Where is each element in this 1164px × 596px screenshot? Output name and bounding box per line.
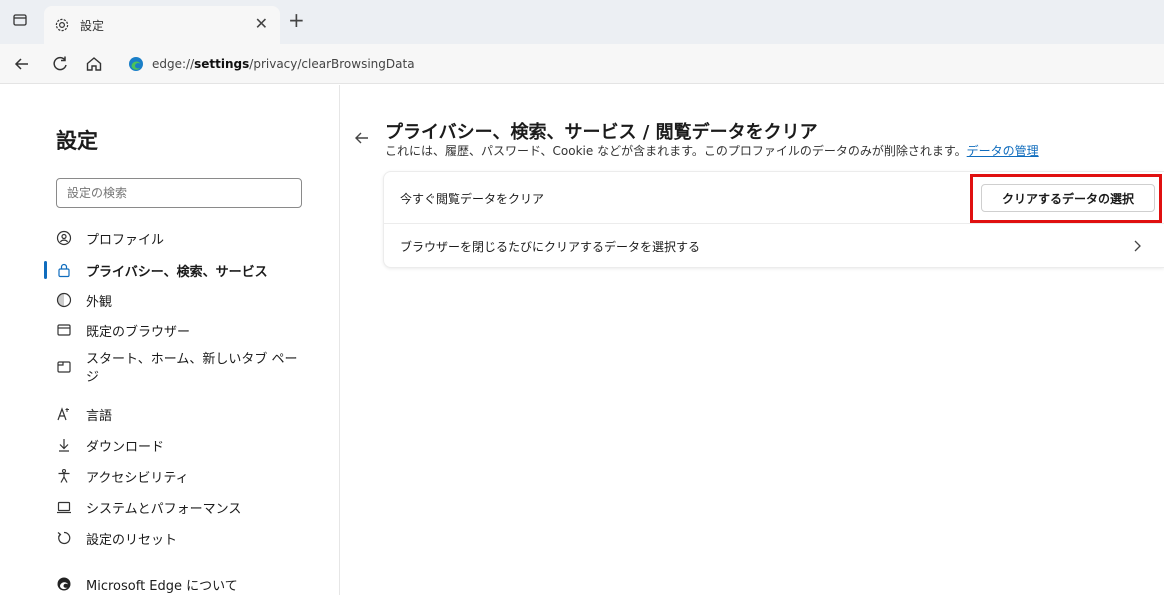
browser-icon xyxy=(57,324,71,336)
accessibility-icon xyxy=(58,468,70,483)
language-icon xyxy=(57,407,69,421)
sidebar-item-label: 既定のブラウザー xyxy=(86,325,191,340)
search-input[interactable] xyxy=(56,178,302,208)
chevron-right-icon xyxy=(1134,240,1141,252)
active-indicator xyxy=(44,261,47,279)
sidebar-item-label: Microsoft Edge について xyxy=(86,579,238,594)
home-icon[interactable] xyxy=(84,54,104,74)
sidebar-item-label: ダウンロード xyxy=(86,440,165,455)
tab-title: 設定 xyxy=(80,19,105,33)
tab-settings[interactable]: 設定 ✕ xyxy=(44,6,280,44)
choose-data-button[interactable]: クリアするデータの選択 xyxy=(981,184,1155,212)
clear-data-card: 今すぐ閲覧データをクリア クリアするデータの選択 ブラウザーを閉じるたびにクリア… xyxy=(383,171,1164,268)
system-icon xyxy=(57,501,71,514)
page-title: プライバシー、検索、サービス / 閲覧データをクリア xyxy=(385,122,818,143)
edge-icon xyxy=(129,57,143,71)
sidebar-item-label: プライバシー、検索、サービス xyxy=(86,265,268,280)
refresh-icon[interactable] xyxy=(50,54,70,74)
sidebar-item-label: アクセシビリティ xyxy=(86,471,189,486)
sidebar-item-label: プロファイル xyxy=(86,233,165,248)
url-text: edge://settings/privacy/clearBrowsingDat… xyxy=(152,57,415,71)
description-text: これには、履歴、パスワード、Cookie などが含まれます。このプロファイルのデ… xyxy=(385,144,967,158)
address-bar[interactable]: edge://settings/privacy/clearBrowsingDat… xyxy=(118,50,1164,78)
edge-icon xyxy=(57,577,71,591)
appearance-icon xyxy=(56,292,72,308)
main-content: プライバシー、検索、サービス / 閲覧データをクリア これには、履歴、パスワード… xyxy=(341,85,1164,595)
clear-on-close-row[interactable]: ブラウザーを閉じるたびにクリアするデータを選択する xyxy=(384,224,1164,269)
toolbar: edge://settings/privacy/clearBrowsingDat… xyxy=(0,44,1164,84)
back-icon[interactable] xyxy=(12,54,32,74)
download-icon xyxy=(59,439,69,452)
home-tab-icon xyxy=(57,361,71,373)
tab-bar: 設定 ✕ + xyxy=(0,0,1164,44)
back-arrow-icon[interactable] xyxy=(353,129,371,147)
sidebar-item-label: スタート、ホーム、新しいタブ ページ xyxy=(86,352,298,385)
sidebar-item-label: 設定のリセット xyxy=(86,533,178,548)
lock-icon xyxy=(58,263,70,278)
sidebar-item-label: 言語 xyxy=(86,409,113,424)
clear-now-label: 今すぐ閲覧データをクリア xyxy=(400,192,545,206)
gear-icon xyxy=(55,18,69,32)
sidebar-title: 設定 xyxy=(56,129,98,153)
sidebar-item-label: システムとパフォーマンス xyxy=(86,502,242,517)
clear-on-close-label: ブラウザーを閉じるたびにクリアするデータを選択する xyxy=(400,240,701,254)
clear-now-row: 今すぐ閲覧データをクリア クリアするデータの選択 xyxy=(384,172,1164,224)
manage-data-link[interactable]: データの管理 xyxy=(967,144,1039,158)
settings-sidebar: 設定 プロファイル プライバシー、検索、サービス 外観 既定のブラウザー xyxy=(0,85,340,595)
profile-icon xyxy=(56,230,72,246)
close-icon[interactable]: ✕ xyxy=(255,14,268,33)
reset-icon xyxy=(57,531,71,545)
page-description: これには、履歴、パスワード、Cookie などが含まれます。このプロファイルのデ… xyxy=(385,142,1039,159)
sidebar-item-label: 外観 xyxy=(86,295,113,310)
new-tab-icon[interactable]: + xyxy=(288,10,305,30)
sidebar-toggle-icon[interactable] xyxy=(12,12,28,28)
